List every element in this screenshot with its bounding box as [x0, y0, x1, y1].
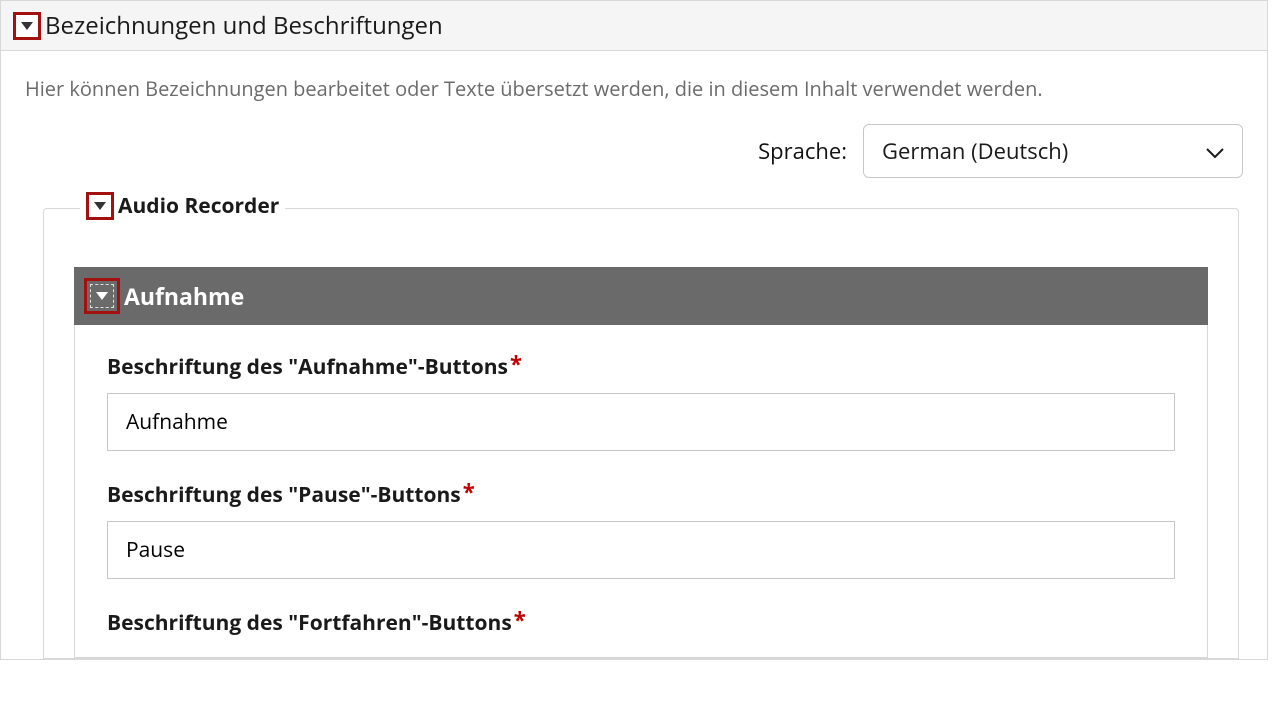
pause-button-label-input[interactable]	[107, 521, 1175, 579]
focus-ring	[90, 284, 114, 308]
aufnahme-section-header: Aufnahme	[74, 267, 1208, 325]
labels-panel-body: Hier können Bezeichnungen bearbeitet ode…	[1, 51, 1267, 659]
pause-button-label-label: Beschriftung des "Pause"-Buttons*	[107, 479, 1175, 509]
audio-recorder-title: Audio Recorder	[118, 192, 279, 220]
collapse-toggle-section[interactable]	[84, 278, 120, 314]
language-select-value: German (Deutsch)	[882, 136, 1068, 166]
continue-button-label-label: Beschriftung des "Fortfahren"-Buttons*	[107, 607, 1175, 637]
required-indicator: *	[463, 477, 475, 507]
chevron-down-icon	[94, 202, 106, 210]
labels-panel-header: Bezeichnungen und Beschriftungen	[1, 1, 1267, 51]
chevron-down-icon	[1206, 136, 1224, 166]
language-row: Sprache: German (Deutsch)	[25, 124, 1243, 178]
field-label-text: Beschriftung des "Aufnahme"-Buttons	[107, 353, 508, 381]
labels-panel: Bezeichnungen und Beschriftungen Hier kö…	[0, 0, 1268, 660]
language-select[interactable]: German (Deutsch)	[863, 124, 1243, 178]
record-button-label-input[interactable]	[107, 393, 1175, 451]
labels-panel-title: Bezeichnungen und Beschriftungen	[45, 9, 443, 42]
language-label: Sprache:	[758, 136, 847, 166]
field-label-text: Beschriftung des "Fortfahren"-Buttons	[107, 609, 512, 637]
collapse-toggle-inner[interactable]	[86, 192, 114, 220]
collapse-toggle-outer[interactable]	[13, 12, 41, 40]
audio-recorder-panel: Audio Recorder Aufnahme Beschriftung des…	[43, 208, 1239, 659]
audio-recorder-legend: Audio Recorder	[80, 192, 285, 220]
required-indicator: *	[514, 605, 526, 635]
field-label-text: Beschriftung des "Pause"-Buttons	[107, 481, 461, 509]
record-button-label-label: Beschriftung des "Aufnahme"-Buttons*	[107, 351, 1175, 381]
aufnahme-section-title: Aufnahme	[124, 280, 244, 312]
audio-recorder-body: Aufnahme Beschriftung des "Aufnahme"-But…	[44, 209, 1238, 658]
required-indicator: *	[510, 349, 522, 379]
chevron-down-icon	[21, 22, 33, 30]
labels-panel-description: Hier können Bezeichnungen bearbeitet ode…	[25, 75, 1243, 102]
aufnahme-section-body: Beschriftung des "Aufnahme"-Buttons* Bes…	[74, 325, 1208, 658]
